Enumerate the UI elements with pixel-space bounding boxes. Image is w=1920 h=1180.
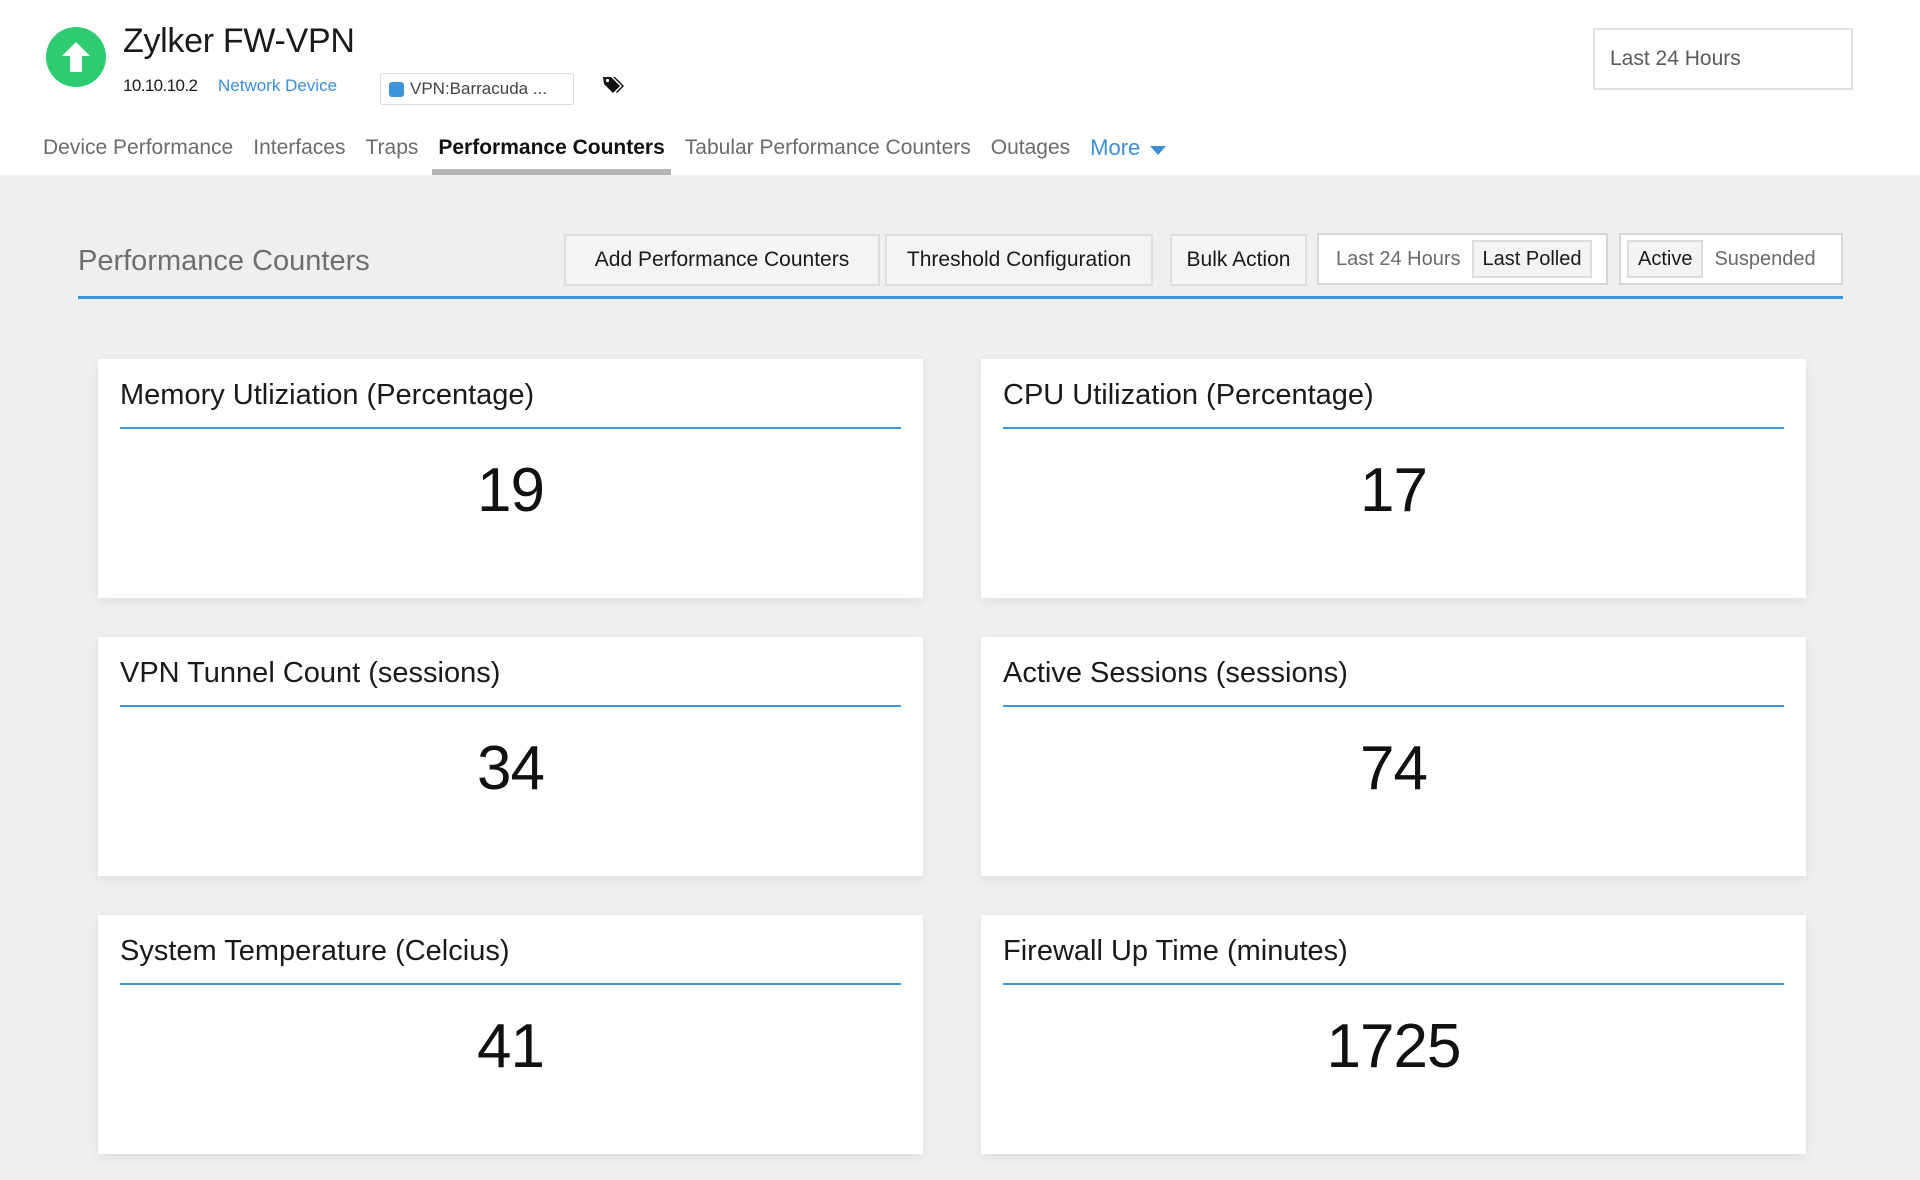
tab-performance-counters[interactable]: Performance Counters [432, 133, 672, 175]
counter-divider [120, 705, 901, 707]
counter-value: 1725 [1326, 1012, 1462, 1081]
counter-card-active-sessions: Active Sessions (sessions) 74 [981, 637, 1806, 876]
counter-divider [1003, 427, 1784, 429]
counter-divider [120, 427, 901, 429]
counter-card-cpu: CPU Utilization (Percentage) 17 [981, 359, 1806, 598]
toggle-active[interactable]: Active [1627, 240, 1704, 278]
tag-color-swatch [389, 81, 404, 97]
device-tag-chip[interactable]: VPN:Barracuda ... [380, 73, 574, 105]
section-divider [78, 296, 1843, 299]
counter-title: VPN Tunnel Count (sessions) [120, 657, 501, 689]
device-tag-label: VPN:Barracuda ... [410, 79, 548, 98]
counter-value: 34 [477, 734, 545, 803]
counter-card-temperature: System Temperature (Celcius) 41 [98, 915, 923, 1154]
counter-card-uptime: Firewall Up Time (minutes) 1725 [981, 915, 1806, 1154]
tab-more-label: More [1090, 135, 1141, 160]
caret-down-icon [1150, 146, 1167, 155]
bulk-action-button[interactable]: Bulk Action [1170, 234, 1307, 286]
tab-interfaces[interactable]: Interfaces [250, 133, 348, 175]
tab-device-performance[interactable]: Device Performance [40, 133, 236, 175]
counter-title: Memory Utliziation (Percentage) [120, 379, 535, 411]
add-performance-counters-button[interactable]: Add Performance Counters [564, 234, 880, 286]
toggle-last-polled[interactable]: Last Polled [1471, 240, 1593, 278]
counter-value: 41 [477, 1012, 545, 1081]
counter-title: System Temperature (Celcius) [120, 935, 510, 967]
state-toggle: Active Suspended [1619, 233, 1843, 285]
tab-traps[interactable]: Traps [362, 133, 421, 175]
device-ip: 10.10.10.2 [123, 76, 198, 95]
counter-title: Active Sessions (sessions) [1003, 657, 1348, 689]
device-type-link[interactable]: Network Device [218, 76, 337, 96]
counter-divider [1003, 705, 1784, 707]
counter-divider [1003, 983, 1784, 985]
section-title: Performance Counters [78, 245, 370, 277]
counter-card-memory: Memory Utliziation (Percentage) 19 [98, 359, 923, 598]
device-name: Zylker FW-VPN [123, 22, 355, 60]
threshold-configuration-button[interactable]: Threshold Configuration [885, 234, 1153, 286]
tags-icon[interactable] [601, 74, 625, 98]
time-range-select[interactable]: Last 24 Hours [1593, 28, 1853, 90]
toggle-suspended[interactable]: Suspended [1703, 240, 1826, 278]
counter-card-vpn-tunnels: VPN Tunnel Count (sessions) 34 [98, 637, 923, 876]
counter-divider [120, 983, 901, 985]
toggle-last-24-hours[interactable]: Last 24 Hours [1325, 240, 1472, 278]
counter-title: Firewall Up Time (minutes) [1003, 935, 1348, 967]
tab-tabular-performance-counters[interactable]: Tabular Performance Counters [682, 133, 974, 175]
device-header: Zylker FW-VPN 10.10.10.2 Network Device … [0, 0, 1920, 175]
poll-range-toggle: Last 24 Hours Last Polled [1317, 233, 1608, 285]
tab-outages[interactable]: Outages [988, 133, 1073, 175]
status-up-icon [46, 27, 106, 87]
arrow-up-icon [62, 42, 90, 72]
tab-more[interactable]: More [1087, 133, 1169, 175]
counter-title: CPU Utilization (Percentage) [1003, 379, 1374, 411]
counter-value: 17 [1360, 456, 1428, 525]
counter-value: 74 [1360, 734, 1428, 803]
tab-bar: Device Performance Interfaces Traps Perf… [40, 133, 1183, 175]
counter-value: 19 [477, 456, 545, 525]
